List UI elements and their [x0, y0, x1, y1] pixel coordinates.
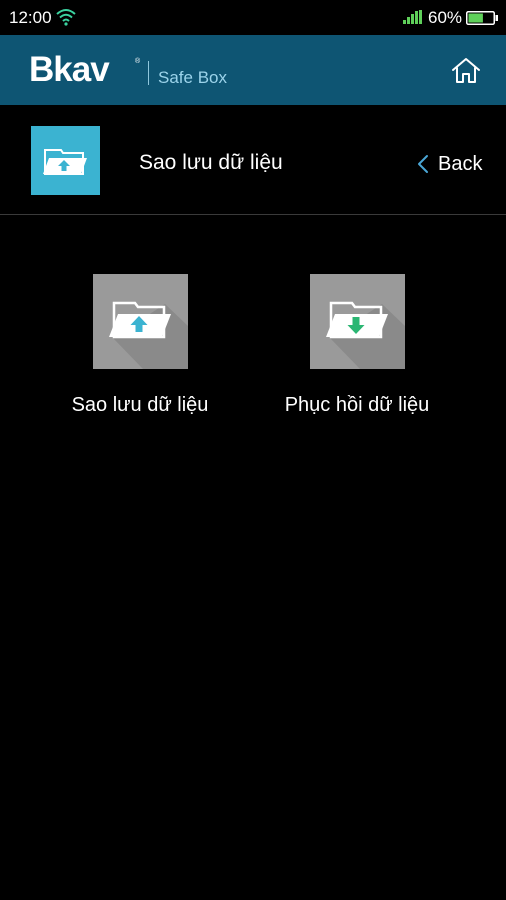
- title-divider: [0, 214, 506, 215]
- battery-icon: [466, 11, 498, 25]
- app-header: Bkav ® Safe Box: [0, 35, 506, 105]
- product-name: Safe Box: [158, 68, 227, 87]
- wifi-icon: [56, 9, 76, 26]
- back-button[interactable]: Back: [417, 151, 482, 177]
- title-icon-box: [31, 126, 100, 195]
- brand-registered-mark: ®: [135, 58, 141, 65]
- restore-data-button[interactable]: Phục hồi dữ liệu: [257, 274, 457, 424]
- restore-icon-box: [310, 274, 405, 369]
- brand-logo: Bkav: [29, 50, 110, 89]
- folder-backup-icon: [43, 149, 87, 175]
- title-row: Sao lưu dữ liệu Back: [0, 105, 506, 215]
- backup-icon-box: [93, 274, 188, 369]
- battery-percent: 60%: [428, 8, 463, 27]
- status-time: 12:00: [9, 8, 52, 27]
- chevron-left-icon: [418, 155, 428, 173]
- back-label: Back: [438, 152, 483, 175]
- page-title: Sao lưu dữ liệu: [139, 151, 283, 174]
- status-bar: 12:00 60%: [0, 0, 506, 35]
- backup-data-button[interactable]: Sao lưu dữ liệu: [40, 274, 240, 424]
- folder-download-icon: [326, 301, 405, 369]
- restore-data-label: Phục hồi dữ liệu: [284, 394, 430, 416]
- folder-upload-icon: [109, 301, 188, 369]
- signal-icon: [403, 10, 422, 24]
- home-button[interactable]: [448, 55, 484, 87]
- brand-divider: [148, 61, 149, 85]
- home-icon: [452, 58, 480, 83]
- backup-data-label: Sao lưu dữ liệu: [71, 394, 209, 416]
